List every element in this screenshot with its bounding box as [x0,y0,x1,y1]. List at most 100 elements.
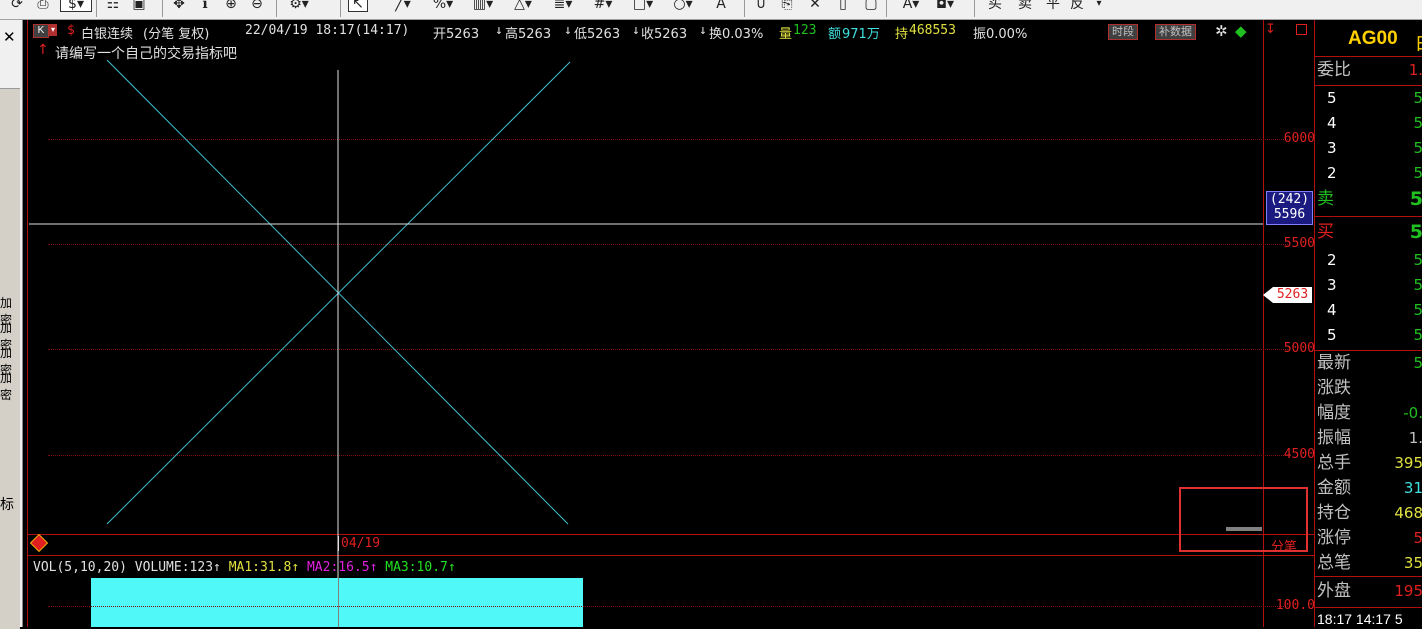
settings-dropdown-icon[interactable]: ⚙▾ [284,0,314,13]
left-panel: ✕ 加密 加密 加密 加密 标 [0,20,23,629]
stat-value: 1. [1408,429,1422,447]
trash-icon[interactable]: ▯ [834,0,852,13]
outer-volume-row: 外盘 195 [1317,579,1422,604]
trade-dropdown-icon[interactable]: ▾ [1090,0,1108,13]
sell-level-row[interactable]: 55 [1317,86,1422,111]
line-tool-icon[interactable]: ╱▾ [388,0,418,13]
move-icon[interactable]: ✥ [170,0,188,13]
stat-row: 持仓 468 [1317,501,1422,526]
print-icon[interactable]: ⎙ [34,0,52,13]
crosshair-vertical-volume [338,578,339,627]
close-icon[interactable]: ✕ [3,28,16,46]
stat-label: 涨跌 [1317,378,1351,398]
stat-value: 468 [1394,504,1422,522]
buy-level-price: 5 [1413,251,1422,269]
reverse-position-button[interactable]: 反 [1068,0,1086,13]
toolbar: ⟳ ⎙ $▾ ☷ ▣ ✥ ℹ ⊕ ⊖ ⚙▾ ↖ ╱▾ %▾ ▥▾ △▾ ≣▾ #▾ □▾ ○▾ A ∪ ⎘ ✕ ▯ ▢ A▾ ◘▾ 买… [0,0,1422,20]
rectangle-tool-icon[interactable]: □▾ [628,0,658,13]
stat-value: 5 [1413,354,1422,372]
volume-indicator-title: VOL(5,10,20) [33,560,127,575]
stat-row: 最新 5 [1317,351,1422,376]
ellipse-tool-icon[interactable]: ○▾ [668,0,698,13]
stat-label: 总手 [1317,453,1351,473]
sell-level-row[interactable]: 45 [1317,111,1422,136]
text-tool-icon[interactable]: A [712,0,730,13]
zoom-in-icon[interactable]: ⊕ [222,0,240,13]
buy-open-button[interactable]: 买 [986,0,1004,13]
stat-row: 涨跌 [1317,376,1422,401]
toolbar-separator [162,0,163,17]
chart-type-icon[interactable]: ☷ [104,0,122,13]
close-position-button[interactable]: 平 [1044,0,1062,13]
grid-tool-icon[interactable]: #▾ [588,0,618,13]
refresh-icon[interactable]: ⟳ [8,0,26,13]
up-arrow-icon: ↑ [291,560,300,575]
buy-level-label: 4 [1327,301,1337,319]
sell-level-price: 5 [1413,139,1422,157]
buy-level-row[interactable]: 45 [1317,298,1422,323]
symbol-suffix: 白 [1415,28,1422,55]
buy-label: 买 [1317,222,1334,242]
scroll-indicator[interactable] [1226,527,1262,531]
up-arrow-icon: ↑ [447,560,456,575]
order-ratio-row: 委比 1. [1317,58,1422,83]
tick-time-row: 18:17 14:17 5 [1317,611,1403,627]
volume-tick: 100.0 [1275,598,1315,613]
sell1-row[interactable]: 卖 5 [1317,187,1422,212]
cursor-icon[interactable]: ↖ [348,0,368,12]
stat-label: 金额 [1317,478,1351,498]
percent-tool-icon[interactable]: %▾ [428,0,458,13]
buy1-row[interactable]: 买 5 [1317,220,1422,245]
delete-icon[interactable]: ✕ [806,0,824,13]
up-arrow-icon: ↑ [369,560,378,575]
highlight-box [1179,487,1308,552]
volume-bar [91,578,583,627]
buy-level-price: 5 [1413,326,1422,344]
magnet-icon[interactable]: ∪ [752,0,770,13]
copy-icon[interactable]: ⎘ [778,0,796,13]
triangle-tool-icon[interactable]: △▾ [508,0,538,13]
sell-level-row[interactable]: 35 [1317,136,1422,161]
chart-area[interactable]: K ▾ $ 白银连续 (分笔 复权) 22/04/19 18:17(14:17)… [23,20,1315,627]
separator [1315,576,1422,577]
ma1-value: MA1:31.8 [228,560,292,575]
sell-level-price: 5 [1413,164,1422,182]
buy-level-row[interactable]: 35 [1317,273,1422,298]
zoom-out-icon[interactable]: ⊖ [248,0,266,13]
quote-panel: AG00 白 委比 1. 55453525 卖 5 买 5 25354555 最… [1314,20,1422,627]
time-axis-date-label: 04/19 [338,536,380,551]
dollar-dropdown-icon[interactable]: $▾ [60,0,92,12]
sell-open-button[interactable]: 卖 [1016,0,1034,13]
outer-volume-value: 195 [1394,582,1422,600]
order-ratio-label: 委比 [1317,60,1351,80]
buy-level-label: 5 [1327,326,1337,344]
sell-level-row[interactable]: 25 [1317,161,1422,186]
list-item[interactable]: 加密 [0,369,20,403]
stat-row: 振幅 1. [1317,426,1422,451]
toolbar-separator [886,0,887,17]
ruler-tool-icon[interactable]: ▥▾ [468,0,498,13]
text-color-icon[interactable]: A▾ [896,0,926,13]
stat-row: 幅度 -0. [1317,401,1422,426]
lock-icon[interactable]: ▢ [862,0,880,13]
buy-level-row[interactable]: 25 [1317,248,1422,273]
buy-level-label: 3 [1327,276,1337,294]
fill-color-icon[interactable]: ◘▾ [930,0,960,13]
channel-tool-icon[interactable]: ≣▾ [548,0,578,13]
stat-value: 395 [1394,454,1422,472]
separator [1315,56,1422,57]
stat-label: 幅度 [1317,403,1351,423]
toolbar-separator [744,0,745,17]
order-ratio-value: 1. [1408,61,1422,79]
ma2-value: MA2:16.5 [306,560,370,575]
info-icon[interactable]: ℹ [196,0,214,13]
stat-label: 振幅 [1317,428,1351,448]
buy-level-row[interactable]: 55 [1317,323,1422,348]
sell-level-price: 5 [1413,114,1422,132]
window-icon[interactable]: ▣ [130,0,148,13]
grid-line [48,606,1288,607]
stat-value: 31 [1403,479,1422,497]
stat-row: 金额 31 [1317,476,1422,501]
toolbar-separator [96,0,97,17]
up-arrow-icon: ↑ [213,560,221,575]
